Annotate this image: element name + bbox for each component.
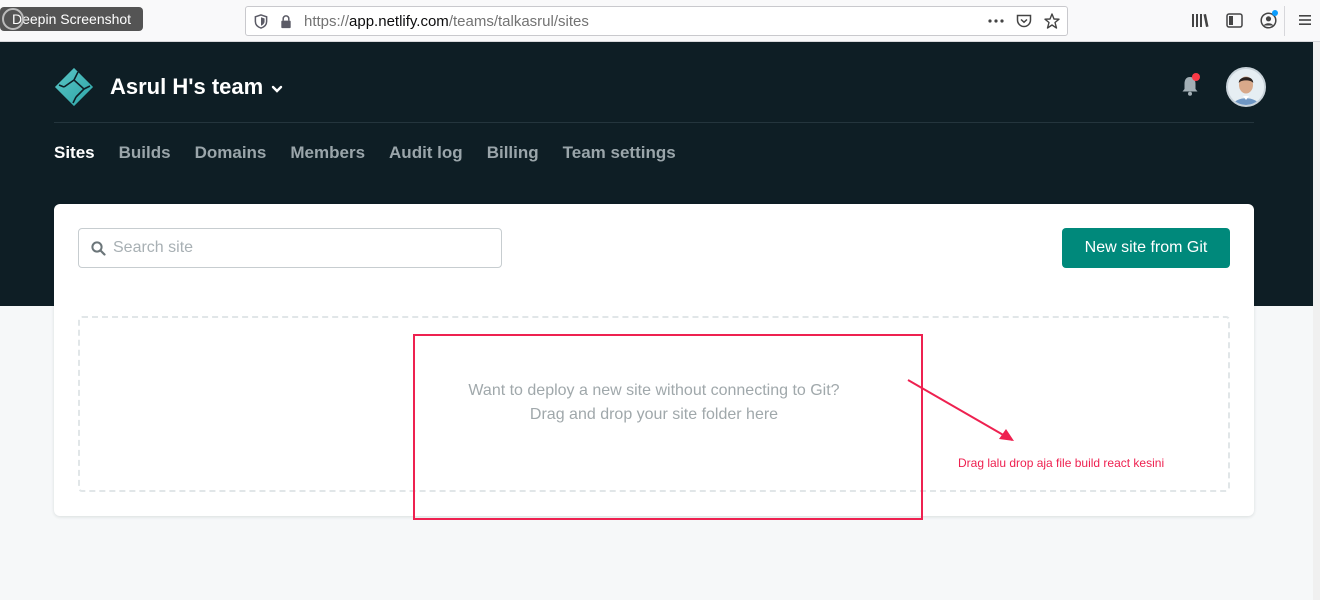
team-nav: Sites Builds Domains Members Audit log B… [54, 143, 676, 163]
toolbar-divider [1284, 6, 1285, 36]
new-site-from-git-button[interactable]: New site from Git [1062, 228, 1230, 268]
bookmark-star-icon[interactable] [1043, 11, 1061, 31]
sync-dot-icon [1272, 10, 1278, 16]
avatar[interactable] [1226, 67, 1266, 107]
search-field[interactable] [78, 228, 502, 268]
nav-billing[interactable]: Billing [487, 143, 539, 163]
search-icon [91, 241, 106, 256]
library-icon[interactable] [1190, 10, 1210, 30]
nav-builds[interactable]: Builds [119, 143, 171, 163]
menu-icon[interactable] [1297, 12, 1313, 28]
nav-audit-log[interactable]: Audit log [389, 143, 463, 163]
lock-icon[interactable] [279, 14, 293, 29]
account-icon[interactable] [1258, 10, 1278, 30]
nav-sites[interactable]: Sites [54, 143, 95, 163]
page-scrollbar[interactable] [1313, 42, 1320, 600]
nav-domains[interactable]: Domains [195, 143, 267, 163]
team-name[interactable]: Asrul H's team [110, 74, 263, 100]
browser-toolbar: https://app.netlify.com/teams/talkasrul/… [0, 0, 1320, 42]
annotation-note: Drag lalu drop aja file build react kesi… [958, 456, 1165, 470]
url-text[interactable]: https://app.netlify.com/teams/talkasrul/… [304, 13, 589, 30]
pocket-icon[interactable] [1015, 11, 1033, 31]
header-divider [54, 122, 1254, 123]
netlify-logo-icon[interactable] [54, 67, 94, 107]
nav-members[interactable]: Members [290, 143, 365, 163]
annotation-highlight-box [413, 334, 923, 520]
sidebar-icon[interactable] [1224, 10, 1244, 30]
notification-dot [1192, 73, 1200, 81]
chevron-down-icon[interactable] [270, 82, 284, 96]
address-bar[interactable]: https://app.netlify.com/teams/talkasrul/… [245, 6, 1068, 36]
tracking-protection-icon[interactable] [254, 14, 268, 29]
search-input[interactable] [113, 229, 493, 267]
nav-team-settings[interactable]: Team settings [563, 143, 676, 163]
back-circle-icon[interactable] [2, 8, 24, 30]
annotation-arrow-icon [907, 379, 1014, 441]
more-actions-icon[interactable] [987, 11, 1005, 31]
